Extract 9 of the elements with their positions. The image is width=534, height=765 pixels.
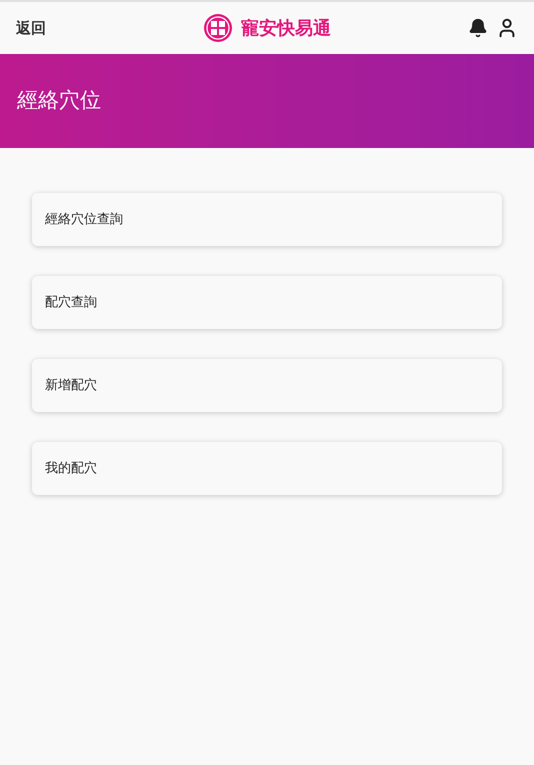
notification-bell-icon[interactable] xyxy=(468,18,488,38)
logo-icon xyxy=(203,13,233,43)
back-link[interactable]: 返回 xyxy=(16,16,126,40)
menu-card[interactable]: 配穴查詢 xyxy=(32,276,502,329)
page-title: 經絡穴位 xyxy=(17,87,101,114)
menu-card[interactable]: 經絡穴位查詢 xyxy=(32,193,502,246)
brand-name: 寵安快易通 xyxy=(241,16,331,40)
menu-card[interactable]: 我的配穴 xyxy=(32,442,502,495)
menu-card[interactable]: 新增配穴 xyxy=(32,359,502,412)
